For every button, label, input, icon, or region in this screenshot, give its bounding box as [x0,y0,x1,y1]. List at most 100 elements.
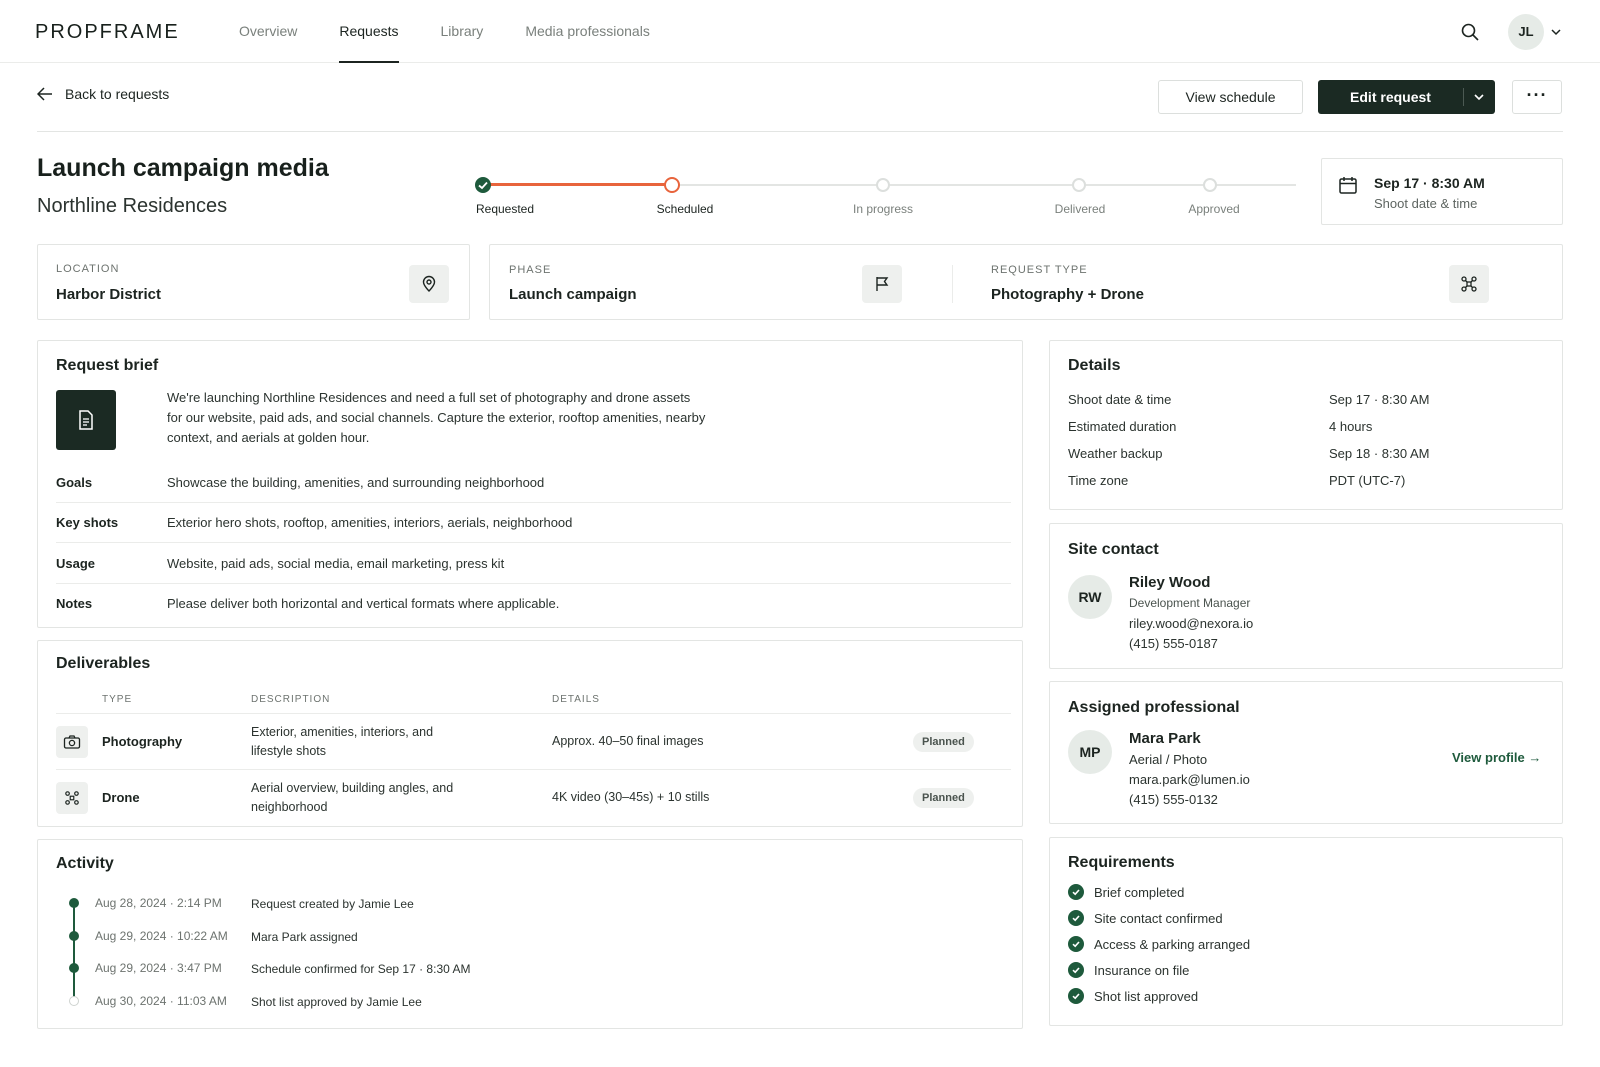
brief-value: Showcase the building, amenities, and su… [167,475,545,490]
map-pin-icon [409,265,449,303]
view-schedule-button[interactable]: View schedule [1158,80,1303,114]
column-header-details: DETAILS [552,694,600,705]
step-requested-dot [475,177,491,193]
timeline-line [73,903,75,1000]
requirement-item: Insurance on file [1068,962,1189,978]
detail-key: Weather backup [1068,446,1163,461]
detail-row: Weather backup Sep 18 · 8:30 AM [1068,446,1548,461]
edit-request-button[interactable]: Edit request [1318,80,1495,114]
brief-row-notes: Notes Please deliver both horizontal and… [56,584,1011,624]
step-requested-label: Requested [475,202,535,216]
table-row[interactable]: Photography Exterior, amenities, interio… [56,713,1011,769]
requirements-title: Requirements [1068,854,1175,871]
requirement-label: Brief completed [1094,884,1185,900]
more-options-button[interactable]: ··· [1512,80,1562,114]
details-card: Details Shoot date & time Sep 17 · 8:30 A… [1049,340,1563,510]
step-in-progress-dot [876,178,890,192]
column-header-type: TYPE [102,694,133,705]
brief-row-usage: Usage Website, paid ads, social media, e… [56,544,1011,584]
deliverable-details: Approx. 40–50 final images [552,734,704,748]
brief-value: Exterior hero shots, rooftop, amenities,… [167,515,573,530]
chevron-down-icon[interactable] [1473,91,1485,103]
tab-requests[interactable]: Requests [339,0,399,63]
page-title: Launch campaign media [37,154,329,182]
location-value: Harbor District [56,286,162,303]
phase-value: Launch campaign [509,286,637,303]
shoot-date-label: Shoot date & time [1374,196,1478,211]
deliverable-details: 4K video (30–45s) + 10 stills [552,790,710,804]
activity-text: Schedule confirmed for Sep 17 · 8:30 AM [251,962,471,976]
check-circle-icon [1068,962,1084,978]
activity-title: Activity [56,855,114,872]
detail-row: Shoot date & time Sep 17 · 8:30 AM [1068,392,1548,407]
user-avatar[interactable]: JL [1508,14,1544,50]
assigned-title: Assigned professional [1068,699,1240,716]
logo[interactable]: PROPFRAME [35,21,180,44]
check-circle-icon [1068,936,1084,952]
deliverable-description: Aerial overview, building angles, and ne… [251,781,454,814]
activity-time: Aug 29, 2024 · 3:47 PM [95,961,222,975]
calendar-icon [1339,177,1357,194]
drone-icon [1449,265,1489,303]
page-subtitle: Northline Residences [37,195,228,217]
search-icon[interactable] [1460,22,1480,42]
deliverable-type: Photography [102,734,183,749]
table-row[interactable]: Drone Aerial overview, building angles, … [56,769,1011,825]
step-delivered-label: Delivered [1054,202,1106,216]
back-to-requests-link[interactable]: Back to requests [37,86,169,102]
camera-icon [56,726,88,758]
requirement-item: Brief completed [1068,884,1184,900]
activity-time: Aug 28, 2024 · 2:14 PM [95,896,222,910]
check-icon [478,181,488,190]
tab-overview[interactable]: Overview [239,0,297,63]
professional-phone[interactable]: (415) 555-0132 [1129,792,1218,807]
check-circle-icon [1068,910,1084,926]
brief-value: Please deliver both horizontal and verti… [167,596,560,611]
requirement-item: Shot list approved [1068,988,1198,1004]
contact-phone[interactable]: (415) 555-0187 [1129,636,1218,651]
step-delivered-dot [1072,178,1086,192]
check-circle-icon [1068,884,1084,900]
phase-label: PHASE [509,264,552,276]
chevron-down-icon[interactable] [1550,26,1562,38]
assigned-professional-card: Assigned professional MP Mara Park Aeria… [1049,681,1563,824]
document-icon [56,390,116,450]
timeline-dot [69,898,79,908]
tab-library[interactable]: Library [441,0,484,63]
deliverable-description: Exterior, amenities, interiors, and life… [251,725,434,758]
vertical-divider [952,265,953,303]
deliverable-type: Drone [102,790,140,805]
shoot-date-value: Sep 17 · 8:30 AM [1374,175,1485,191]
requirement-item: Access & parking arranged [1068,936,1250,952]
brief-row-goals: Goals Showcase the building, amenities, … [56,463,1011,503]
professional-name: Mara Park [1129,730,1201,747]
activity-time: Aug 29, 2024 · 10:22 AM [95,929,228,943]
detail-row: Estimated duration 4 hours [1068,419,1548,434]
step-in-progress-label: In progress [852,202,914,216]
brief-key: Usage [56,556,96,571]
requirement-label: Shot list approved [1094,988,1199,1004]
requirements-card: Requirements Brief completed Site contac… [1049,837,1563,1026]
detail-value: 4 hours [1329,419,1373,434]
status-badge: Planned [913,732,974,752]
deliverables-title: Deliverables [56,655,151,672]
brief-key: Notes [56,596,93,611]
detail-value: Sep 17 · 8:30 AM [1329,392,1430,407]
deliverables-card: Deliverables TYPE DESCRIPTION DETAILS Ph… [37,640,1023,827]
tab-media-professionals[interactable]: Media professionals [525,0,650,63]
detail-key: Time zone [1068,473,1129,488]
view-profile-link[interactable]: View profile → [1452,750,1541,765]
location-label: LOCATION [56,263,120,275]
professional-email[interactable]: mara.park@lumen.io [1129,772,1250,787]
detail-value: PDT (UTC-7) [1329,473,1406,488]
timeline-dot [69,996,79,1006]
detail-value: Sep 18 · 8:30 AM [1329,446,1430,461]
brief-value: Website, paid ads, social media, email m… [167,556,505,571]
activity-time: Aug 30, 2024 · 11:03 AM [95,994,227,1008]
contact-email[interactable]: riley.wood@nexora.io [1129,616,1253,631]
step-scheduled-label: Scheduled [656,202,714,216]
drone-icon [56,782,88,814]
brief-key: Key shots [56,515,119,530]
step-approved-dot [1203,178,1217,192]
brief-key: Goals [56,475,93,490]
